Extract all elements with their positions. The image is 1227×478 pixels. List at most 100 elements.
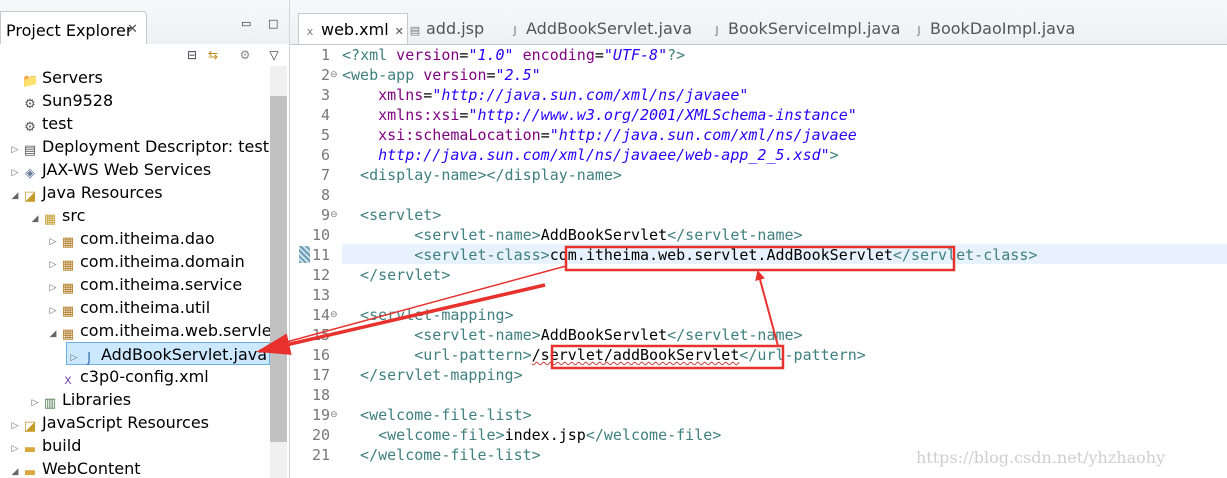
- code-token: </url-pattern>: [739, 346, 866, 364]
- line-number: 5: [320, 126, 330, 144]
- code-token: =: [423, 86, 433, 104]
- code-token: </servlet-name>: [667, 226, 803, 244]
- tree-item[interactable]: ▷ ▦ com.itheima.domain: [46, 250, 245, 273]
- line-number: 11: [311, 246, 330, 264]
- tree-item[interactable]: ▷ ◪ JavaScript Resources: [8, 411, 209, 434]
- line-number: 12: [311, 266, 330, 284]
- tree-item-label: com.itheima.util: [80, 298, 211, 317]
- tab-project-explorer[interactable]: Project Explorer ✕: [0, 11, 147, 44]
- code-token: <?: [342, 46, 361, 64]
- code-line: <?xml version="1.0" encoding="UTF-8"?>: [342, 45, 685, 65]
- editor-tab[interactable]: J BookServiceImpl.java: [710, 13, 900, 44]
- code-token: </welcome-file-list>: [342, 446, 541, 464]
- tree-item[interactable]: ▷ ▥ Libraries: [28, 388, 132, 411]
- tree-item[interactable]: ⚙ test: [8, 112, 73, 135]
- tree-item-label: com.itheima.web.servlet: [80, 321, 278, 340]
- focus-icon[interactable]: ⚙: [238, 48, 252, 62]
- tree-item-label: com.itheima.service: [80, 275, 243, 294]
- code-line: <display-name></display-name>: [342, 165, 622, 185]
- code-token: xml: [360, 46, 388, 64]
- code-token: <servlet-name>: [342, 226, 541, 244]
- editor-tab-bar: x web.xml ✕ ▤ add.jsp J AddBookServlet.java J Bo…: [290, 0, 1227, 45]
- fold-toggle-icon[interactable]: ⊖: [330, 305, 340, 325]
- line-number: 14: [311, 306, 330, 324]
- code-token: /servlet/addBookServlet: [531, 346, 740, 364]
- tree-item[interactable]: ▷ ▦ com.itheima.util: [46, 296, 211, 319]
- package-icon: ▦: [61, 281, 75, 296]
- tree-item-label: build: [42, 436, 82, 455]
- link-with-editor-icon[interactable]: ⇆: [206, 48, 220, 62]
- tree-item[interactable]: ▷ J AddBookServlet.java: [66, 342, 271, 366]
- editor-tab[interactable]: x web.xml ✕: [298, 13, 408, 44]
- code-token: <display-name></display-name>: [342, 166, 622, 184]
- fold-toggle-icon[interactable]: ⊖: [330, 405, 340, 425]
- expanded-twisty-icon[interactable]: ◢: [8, 461, 22, 478]
- code-token: AddBookServlet: [540, 226, 668, 244]
- line-number: 13: [311, 286, 330, 304]
- editor-area: x web.xml ✕ ▤ add.jsp J AddBookServlet.java J Bo…: [290, 0, 1227, 478]
- xml-source-editor[interactable]: 1 <?xml version="1.0" encoding="UTF-8"?> 2…: [290, 44, 1227, 478]
- code-line: <welcome-file>index.jsp</welcome-file>: [342, 425, 721, 445]
- editor-tab-label: add.jsp: [426, 19, 485, 38]
- tree-item[interactable]: ◢ ▦ src: [28, 204, 86, 227]
- tree-item-label: JAX-WS Web Services: [42, 160, 212, 179]
- close-icon[interactable]: ✕: [395, 25, 404, 38]
- tree-item[interactable]: ▷ ▦ com.itheima.dao: [46, 227, 215, 250]
- view-menu-icon[interactable]: ▽: [267, 48, 281, 62]
- code-token: "http://www.w3.org/2001/XMLSchema-instan…: [468, 106, 857, 124]
- line-number: 4: [320, 106, 330, 124]
- tree-item[interactable]: ▷ ▬ build: [8, 434, 82, 457]
- line-number: 2: [320, 66, 330, 84]
- package-icon: ▦: [61, 327, 75, 342]
- editor-tab[interactable]: ▤ add.jsp: [408, 13, 498, 44]
- explorer-scrollbar-thumb[interactable]: [270, 96, 287, 442]
- tree-item[interactable]: ▷ ▤ Deployment Descriptor: test: [8, 135, 269, 158]
- code-line: <servlet>: [342, 205, 441, 225]
- tree-item-label: test: [42, 114, 73, 133]
- line-number: 15: [311, 326, 330, 344]
- editor-tab-label: BookServiceImpl.java: [728, 19, 901, 38]
- tree-item[interactable]: ◢ ▦ com.itheima.web.servlet: [46, 319, 278, 342]
- tree-item-label: WebContent: [42, 459, 141, 478]
- expanded-twisty-icon[interactable]: ◢: [28, 208, 42, 231]
- tree-item-label: Servers: [42, 68, 103, 87]
- editor-tab[interactable]: J BookDaoImpl.java: [912, 13, 1075, 44]
- line-number: 1: [320, 46, 330, 64]
- expanded-twisty-icon[interactable]: ◢: [8, 185, 22, 208]
- expanded-twisty-icon[interactable]: ◢: [46, 323, 60, 346]
- fold-toggle-icon[interactable]: ⊖: [330, 65, 340, 85]
- code-token: "http://java.sun.com/xml/ns/javaee": [432, 86, 749, 104]
- minimize-icon[interactable]: ▭: [241, 17, 252, 30]
- code-token: </welcome-file>: [585, 426, 722, 444]
- tree-item-label: com.itheima.domain: [80, 252, 245, 271]
- tree-item[interactable]: 📁 Servers: [8, 66, 103, 89]
- java-resources-icon: ◪: [23, 189, 37, 204]
- tree-item[interactable]: ⚙ Sun9528: [8, 89, 113, 112]
- code-token: <servlet-name>: [342, 326, 541, 344]
- java-file-icon: J: [917, 24, 921, 37]
- code-token: <servlet>: [342, 206, 442, 224]
- code-token: xmlns:xsi: [342, 106, 460, 124]
- tree-item[interactable]: ▷ ▦ com.itheima.service: [46, 273, 243, 296]
- code-line: </servlet>: [342, 265, 450, 285]
- tree-item[interactable]: ▷ ◈ JAX-WS Web Services: [8, 158, 212, 181]
- tree-item[interactable]: x c3p0-config.xml: [46, 365, 209, 388]
- code-line: <welcome-file-list>: [342, 405, 532, 425]
- code-token: xsi:schemaLocation: [342, 126, 541, 144]
- javascript-resources-icon: ◪: [23, 419, 37, 434]
- tree-item-label: JavaScript Resources: [42, 413, 209, 432]
- tree-item[interactable]: ◢ ◪ Java Resources: [8, 181, 163, 204]
- editor-tab[interactable]: J AddBookServlet.java: [508, 13, 698, 44]
- tree-item[interactable]: ◢ ▬ WebContent: [8, 457, 141, 478]
- line-number: 8: [320, 186, 330, 204]
- maximize-icon[interactable]: □: [268, 17, 279, 30]
- code-token: </servlet-mapping>: [342, 366, 523, 384]
- code-line: <servlet-name>AddBookServlet</servlet-na…: [342, 325, 802, 345]
- code-line: </welcome-file-list>: [342, 445, 541, 465]
- code-token: index.jsp: [504, 426, 586, 444]
- watermark: https://blog.csdn.net/yhzhaohy: [916, 448, 1166, 467]
- java-file-icon: J: [513, 24, 517, 37]
- close-icon[interactable]: ✕: [127, 22, 138, 37]
- fold-toggle-icon[interactable]: ⊖: [330, 205, 340, 225]
- collapse-all-icon[interactable]: ⊟: [185, 48, 199, 62]
